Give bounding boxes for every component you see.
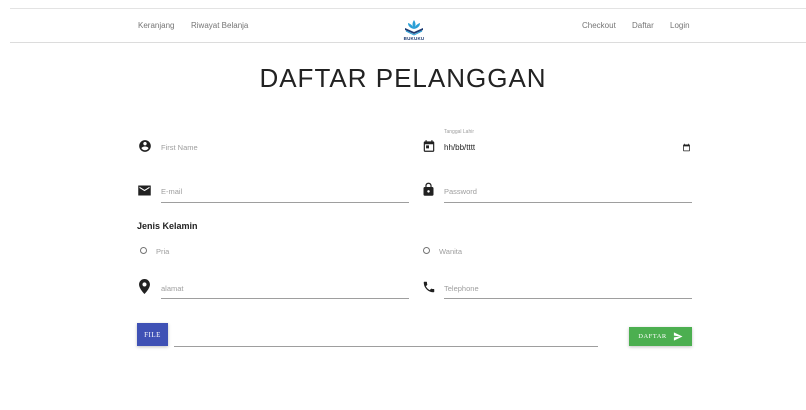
email-icon [138,185,151,196]
email-input[interactable] [161,184,408,198]
logo[interactable]: BUKUKU [401,17,427,45]
navbar: Keranjang Riwayat Belanja BUKUKU Checkou… [10,9,806,43]
lock-icon [423,182,434,196]
book-logo-icon [405,20,423,36]
location-pin-icon [139,279,150,294]
radio-wanita[interactable] [423,247,430,254]
nav-link-login[interactable]: Login [670,21,690,30]
radio-pria[interactable] [140,247,147,254]
nav-link-keranjang[interactable]: Keranjang [138,21,174,30]
first-name-input[interactable] [161,140,408,154]
radio-pria-label[interactable]: Pria [156,247,169,256]
address-input[interactable] [161,281,408,295]
daftar-submit-button[interactable]: DAFTAR [629,327,692,346]
email-underline [161,202,409,203]
daftar-submit-label: DAFTAR [638,333,667,340]
calendar-icon [423,140,435,152]
phone-input[interactable] [444,281,691,295]
nav-link-daftar[interactable]: Daftar [632,21,654,30]
calendar-picker-icon[interactable] [682,143,691,152]
logo-text: BUKUKU [403,36,425,41]
phone-icon [423,281,435,293]
send-icon [673,332,683,341]
gender-label: Jenis Kelamin [137,221,198,231]
radio-wanita-label[interactable]: Wanita [439,247,462,256]
password-underline [444,202,692,203]
phone-underline [444,298,692,299]
nav-link-checkout[interactable]: Checkout [582,21,616,30]
nav-link-riwayat-belanja[interactable]: Riwayat Belanja [191,21,248,30]
birth-date-input[interactable]: hh/bb/tttt [444,143,475,152]
page-title: DAFTAR PELANGGAN [259,63,547,93]
file-path-input[interactable] [174,346,598,347]
file-upload-button[interactable]: FILE [137,323,168,346]
password-input[interactable] [444,184,691,198]
address-underline [161,298,409,299]
account-circle-icon [139,140,151,152]
birth-date-label: Tanggal Lahir [444,129,475,135]
